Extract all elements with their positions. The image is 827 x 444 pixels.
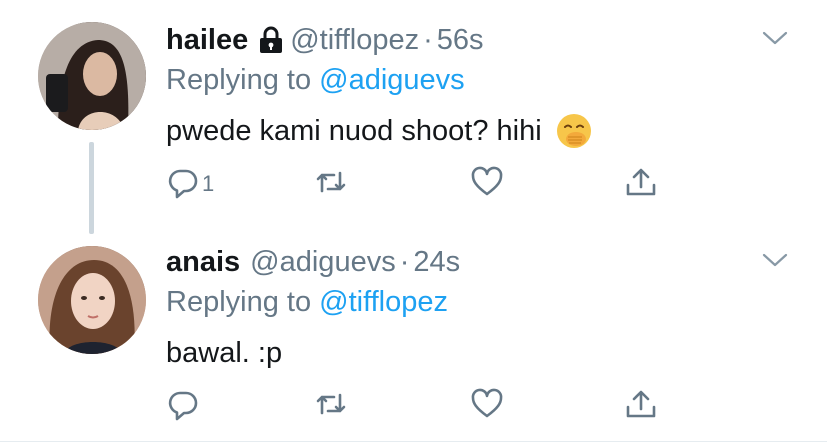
- chevron-down-icon[interactable]: [762, 252, 788, 268]
- like-button[interactable]: [470, 386, 504, 426]
- display-name[interactable]: anais: [166, 244, 240, 280]
- tweet-actions: 1: [0, 164, 827, 204]
- reply-button[interactable]: [166, 386, 202, 426]
- chevron-down-icon[interactable]: [762, 30, 788, 46]
- tweet-text: pwede kami nuod shoot? hihi: [166, 112, 592, 150]
- tweet[interactable]: hailee @tifflopez · 56s Replying to @adi…: [0, 0, 827, 234]
- avatar[interactable]: [38, 246, 146, 354]
- display-name[interactable]: hailee: [166, 22, 248, 58]
- tweet-header: anais @adiguevs · 24s: [166, 244, 460, 280]
- retweet-icon: [314, 387, 348, 426]
- replying-to: Replying to @adiguevs: [166, 62, 465, 98]
- share-icon: [624, 165, 658, 204]
- like-icon: [470, 387, 504, 426]
- timestamp[interactable]: 56s: [437, 22, 484, 58]
- reply-button[interactable]: 1: [166, 164, 214, 204]
- reply-icon: [166, 165, 200, 204]
- avatar[interactable]: [38, 22, 146, 130]
- replying-to-label: Replying to: [166, 64, 312, 96]
- reply-icon: [166, 387, 200, 426]
- separator-dot: ·: [399, 246, 410, 278]
- divider: [0, 441, 827, 442]
- share-button[interactable]: [624, 386, 658, 426]
- retweet-button[interactable]: [314, 386, 348, 426]
- retweet-button[interactable]: [314, 164, 348, 204]
- share-button[interactable]: [624, 164, 658, 204]
- replying-to: Replying to @tifflopez: [166, 284, 448, 320]
- reply-count: 1: [202, 171, 215, 196]
- separator-dot: ·: [423, 24, 433, 56]
- tweet-header: hailee @tifflopez · 56s: [166, 22, 484, 58]
- tweet-actions: [0, 386, 827, 426]
- retweet-icon: [314, 165, 348, 204]
- user-handle[interactable]: @tifflopez: [290, 22, 419, 58]
- tweet-text-content: pwede kami nuod shoot? hihi: [166, 115, 542, 147]
- like-button[interactable]: [470, 164, 504, 204]
- tweet[interactable]: anais @adiguevs · 24s Replying to @tiffl…: [0, 222, 827, 444]
- mention-link[interactable]: @tifflopez: [319, 286, 448, 318]
- mention-link[interactable]: @adiguevs: [319, 64, 465, 96]
- lock-icon: [258, 26, 284, 54]
- tweet-text: bawal. :p: [166, 334, 282, 372]
- share-icon: [624, 387, 658, 426]
- replying-to-label: Replying to: [166, 286, 312, 318]
- timestamp[interactable]: 24s: [413, 244, 460, 280]
- tweet-text-content: bawal. :p: [166, 337, 283, 369]
- hand-over-mouth-emoji: [556, 113, 592, 149]
- user-handle[interactable]: @adiguevs: [250, 244, 396, 280]
- like-icon: [470, 165, 504, 204]
